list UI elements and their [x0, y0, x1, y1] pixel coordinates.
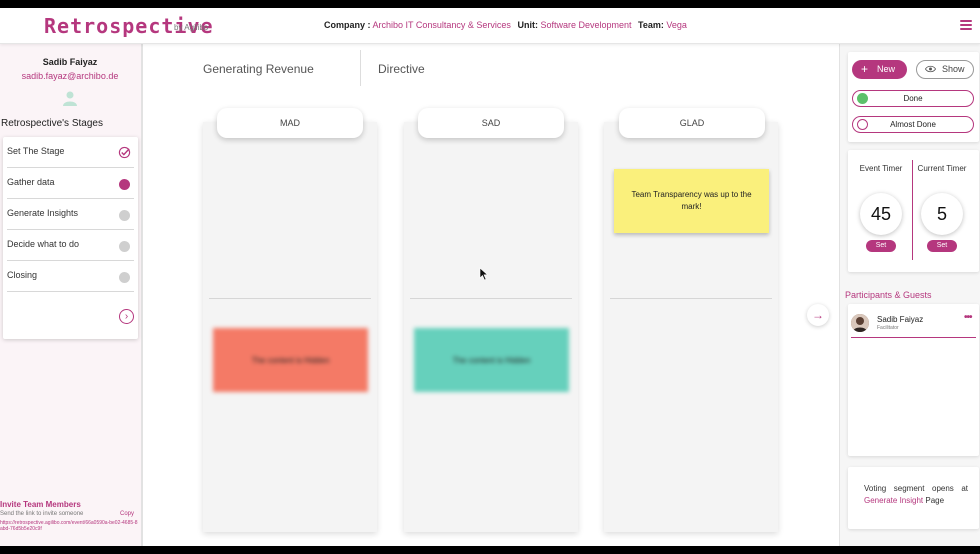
left-sidebar: Sadib Faiyaz sadib.fayaz@archibo.de Retr…: [0, 44, 143, 546]
expand-right-arrow-icon[interactable]: →: [807, 304, 829, 326]
set-event-timer-button[interactable]: Set: [866, 240, 896, 252]
column-divider: [209, 298, 371, 299]
participants-list: Sadib Faiyaz Facilitator •••: [848, 304, 979, 456]
invite-subtitle: Send the link to invite someone: [0, 511, 84, 517]
stages-list: Set The Stage Gather data Generate Insig…: [3, 137, 138, 339]
hidden-card[interactable]: The content is Hidden: [213, 328, 368, 392]
plus-icon: +: [861, 62, 869, 76]
voting-info-text: Voting segment opens at Generate Insight…: [864, 483, 968, 507]
done-label: Done: [903, 94, 923, 103]
clock-icon: [857, 119, 868, 130]
column-header-glad[interactable]: GLAD: [619, 108, 765, 138]
column-glad: Team Transparency was up to the mark!: [604, 122, 778, 532]
timer-divider: [912, 160, 913, 260]
current-timer-label: Current Timer: [917, 164, 967, 173]
show-cards-button[interactable]: Show: [916, 60, 974, 79]
participant-divider: [851, 337, 976, 338]
menu-bar: [960, 28, 972, 30]
more-options-icon[interactable]: •••: [964, 312, 972, 323]
pending-stage-dot-icon: [119, 210, 130, 221]
stage-item-set-the-stage[interactable]: Set The Stage: [7, 137, 134, 168]
company-value: Archibo IT Consultancy & Services: [372, 20, 511, 30]
column-sad: The content is Hidden: [404, 122, 578, 532]
stage-label: Decide what to do: [7, 239, 80, 249]
stage-label: Set The Stage: [7, 146, 65, 156]
almost-done-label: Almost Done: [890, 120, 936, 129]
unit-label: Unit:: [517, 20, 538, 30]
participants-title: Participants & Guests: [845, 290, 932, 300]
app-window: Retrospective by Agilibo Company : Archi…: [0, 8, 980, 546]
stages-title: Retrospective's Stages: [1, 118, 103, 129]
participant-avatar: [851, 314, 869, 332]
tab-generating-revenue[interactable]: Generating Revenue: [203, 62, 314, 76]
pending-stage-dot-icon: [119, 272, 130, 283]
invite-title: Invite Team Members: [0, 500, 81, 509]
voting-text-suffix: Page: [925, 496, 945, 505]
company-label: Company :: [324, 20, 371, 30]
new-card-button[interactable]: + New: [852, 60, 907, 79]
unit-value: Software Development: [540, 20, 632, 30]
actions-panel: + New Show Done Almost Done: [848, 52, 979, 142]
event-timer-label: Event Timer: [859, 164, 903, 173]
generate-insight-link[interactable]: Generate Insight: [864, 496, 923, 505]
voting-text-prefix: Voting segment opens at: [864, 484, 968, 493]
event-timer-value: 45: [860, 193, 902, 235]
column-divider: [610, 298, 772, 299]
mouse-cursor-icon: [479, 267, 489, 281]
stage-label: Gather data: [7, 177, 55, 187]
participant-role: Facilitator: [877, 325, 899, 331]
column-header-mad[interactable]: MAD: [217, 108, 363, 138]
done-button[interactable]: Done: [852, 90, 974, 107]
tab-directive[interactable]: Directive: [378, 62, 425, 76]
stage-label: Generate Insights: [7, 208, 79, 218]
team-value: Vega: [666, 20, 687, 30]
current-timer-value: 5: [921, 193, 963, 235]
logo-by-text: by Agilibo: [174, 23, 209, 32]
column-divider: [410, 298, 572, 299]
team-label: Team:: [638, 20, 664, 30]
voting-info-panel: Voting segment opens at Generate Insight…: [848, 467, 979, 529]
copy-link-button[interactable]: Copy: [120, 511, 134, 517]
new-label: New: [877, 64, 896, 74]
user-avatar-icon: [63, 91, 77, 106]
menu-bar: [960, 24, 972, 26]
participant-name: Sadib Faiyaz: [877, 315, 924, 324]
stage-label: Closing: [7, 270, 38, 280]
stage-item-gather-data[interactable]: Gather data: [7, 168, 134, 199]
stage-item-closing[interactable]: Closing: [7, 261, 134, 292]
tab-divider: [360, 50, 361, 86]
stage-item-decide-what-to-do[interactable]: Decide what to do: [7, 230, 134, 261]
column-mad: The content is Hidden: [203, 122, 377, 532]
menu-bar: [960, 20, 972, 22]
company-info-bar: Company : Archibo IT Consultancy & Servi…: [324, 20, 691, 30]
eye-icon: [925, 65, 936, 73]
stage-item-generate-insights[interactable]: Generate Insights: [7, 199, 134, 230]
check-circle-icon: [118, 146, 131, 159]
hidden-card[interactable]: The content is Hidden: [414, 328, 569, 392]
person-icon: [851, 314, 869, 332]
hamburger-menu-icon[interactable]: [960, 20, 972, 30]
almost-done-button[interactable]: Almost Done: [852, 116, 974, 133]
glad-card[interactable]: Team Transparency was up to the mark!: [614, 169, 769, 233]
active-stage-dot-icon: [119, 179, 130, 190]
invite-link[interactable]: https://retrospective.agilibo.com/event/…: [0, 520, 140, 532]
show-label: Show: [942, 64, 965, 74]
user-name: Sadib Faiyaz: [42, 57, 98, 67]
column-header-sad[interactable]: SAD: [418, 108, 564, 138]
right-sidebar: + New Show Done Almost Done Event Timer: [839, 44, 980, 546]
set-current-timer-button[interactable]: Set: [927, 240, 957, 252]
top-header: Retrospective by Agilibo Company : Archi…: [0, 8, 980, 44]
retro-board: Generating Revenue Directive The content…: [145, 44, 838, 546]
done-check-icon: [857, 93, 868, 104]
next-stage-chevron-icon[interactable]: ›: [119, 309, 134, 324]
timers-panel: Event Timer Current Timer 45 5 Set Set: [848, 150, 979, 272]
user-email: sadib.fayaz@archibo.de: [21, 71, 119, 81]
pending-stage-dot-icon: [119, 241, 130, 252]
